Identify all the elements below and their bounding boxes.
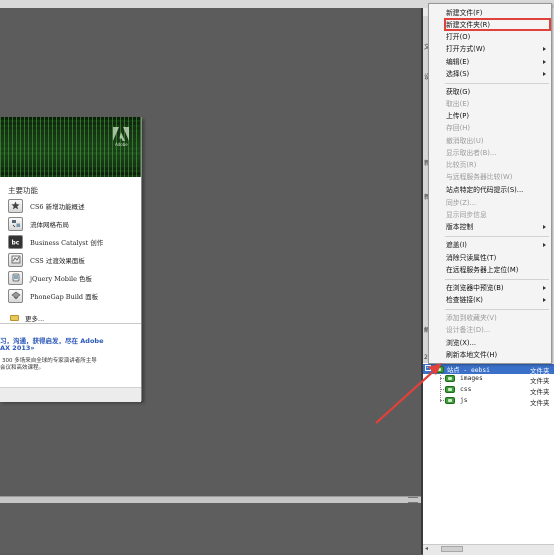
welcome-screen: Adobe 主要功能 CS6 新增功能概述 流体网格布局 bc Business… <box>0 117 142 402</box>
promo-description-line-2: 会议和高效课程。 <box>0 365 45 371</box>
submenu-arrow-icon <box>543 286 546 290</box>
menu-item-preview-in-browser[interactable]: 在浏览器中预览(B) <box>446 284 504 292</box>
divider <box>0 323 141 324</box>
feature-label: jQuery Mobile 色板 <box>30 274 93 283</box>
fluid-grid-icon <box>8 216 23 231</box>
more-label: 更多... <box>25 315 45 323</box>
menu-item-locate-on-remote[interactable]: 在远程服务器上定位(M) <box>446 266 518 274</box>
menu-separator <box>445 236 549 237</box>
menu-item-show-checked-out-by: 显示取出者(B)... <box>446 149 497 157</box>
css-transitions-icon <box>8 252 23 267</box>
menu-separator <box>445 309 549 310</box>
menu-item-put[interactable]: 上传(P) <box>446 112 469 120</box>
menu-item-site-code-hints[interactable]: 站点特定的代码提示(S)... <box>446 186 523 194</box>
submenu-arrow-icon <box>543 243 546 247</box>
menu-item-select[interactable]: 选择(S) <box>446 70 469 78</box>
main-features-heading: 主要功能 <box>8 186 38 195</box>
menu-item-explore[interactable]: 浏览(X)... <box>446 339 476 347</box>
feature-link-phonegap[interactable]: PhoneGap Build 面板 <box>8 288 136 303</box>
jquery-mobile-icon <box>8 270 23 285</box>
feature-label: CS6 新增功能概述 <box>30 202 85 211</box>
svg-text:bc: bc <box>11 239 19 246</box>
scroll-thumb[interactable] <box>441 546 463 552</box>
menu-item-check-links[interactable]: 检查链接(K) <box>446 296 483 304</box>
menu-item-open-with[interactable]: 打开方式(W) <box>446 45 485 53</box>
tree-item-images[interactable]: images <box>460 375 483 382</box>
tree-item-type: 文件夹 <box>530 399 550 407</box>
menu-item-check-out: 取出(E) <box>446 100 470 108</box>
menu-item-add-to-favorites: 添加到收藏夹(V) <box>446 314 497 322</box>
star-icon <box>8 198 23 213</box>
feature-label: 流体网格布局 <box>30 220 69 229</box>
highlight-annotation-box <box>444 18 551 31</box>
more-features-link[interactable]: 更多... <box>10 313 44 323</box>
menu-item-cloaking[interactable]: 遮盖(I) <box>446 241 467 249</box>
menu-item-get[interactable]: 获取(G) <box>446 88 470 96</box>
menu-separator <box>445 279 549 280</box>
submenu-arrow-icon <box>543 225 546 229</box>
menu-item-version-control[interactable]: 版本控制 <box>446 223 473 231</box>
feature-link-business-catalyst[interactable]: bc Business Catalyst 创作 <box>8 234 136 249</box>
properties-panel <box>0 503 421 554</box>
feature-link-css-transitions[interactable]: CSS 过渡效果面板 <box>8 252 136 267</box>
business-catalyst-icon: bc <box>8 234 23 249</box>
submenu-arrow-icon <box>543 298 546 302</box>
submenu-arrow-icon <box>543 72 546 76</box>
feature-link-jquery-mobile[interactable]: jQuery Mobile 色板 <box>8 270 136 285</box>
menu-separator <box>445 83 549 84</box>
feature-label: CSS 过渡效果面板 <box>30 256 85 265</box>
tree-item-js[interactable]: js <box>460 397 468 404</box>
menu-item-check-in: 存回(H) <box>446 124 471 132</box>
scroll-left-arrow-icon[interactable]: ◂ <box>425 545 428 552</box>
site-type: 文件夹 <box>530 367 550 375</box>
menu-item-new-file[interactable]: 新建文件(F) <box>446 9 482 17</box>
menu-item-undo-check-out: 撤消取出(U) <box>446 137 484 145</box>
promo-link-line-2[interactable]: AX 2013» <box>0 344 35 352</box>
folder-icon <box>10 315 19 321</box>
feature-link-fluid-grid[interactable]: 流体网格布局 <box>8 216 136 231</box>
site-name: 站点 - eebsi <box>447 367 490 374</box>
red-arrow-annotation-icon <box>375 363 442 424</box>
menu-item-synchronize: 同步(Z)... <box>446 199 477 207</box>
svg-text:Adobe: Adobe <box>115 142 128 147</box>
menu-item-show-sync-info: 显示同步信息 <box>446 211 487 219</box>
adobe-logo-icon: Adobe <box>113 127 129 147</box>
welcome-banner: Adobe <box>0 117 141 177</box>
submenu-arrow-icon <box>543 47 546 51</box>
menu-item-edit[interactable]: 编辑(E) <box>446 58 469 66</box>
feature-link-cs6-new[interactable]: CS6 新增功能概述 <box>8 198 136 213</box>
tree-item-type: 文件夹 <box>530 377 550 385</box>
menu-item-refresh-local[interactable]: 刷新本地文件(H) <box>446 351 497 359</box>
menu-item-compare: 比较页(R) <box>446 161 477 169</box>
welcome-footer <box>0 387 141 402</box>
feature-label: Business Catalyst 创作 <box>30 238 104 247</box>
menu-item-design-notes: 设计备注(D)... <box>446 326 491 334</box>
submenu-arrow-icon <box>543 60 546 64</box>
feature-label: PhoneGap Build 面板 <box>30 292 99 301</box>
tree-item-css[interactable]: css <box>460 386 471 393</box>
menu-item-compare-remote: 与远程服务器比较(W) <box>446 173 513 181</box>
menu-item-open[interactable]: 打开(O) <box>446 33 470 41</box>
menu-item-remove-read-only[interactable]: 消除只读属性(T) <box>446 254 496 262</box>
tree-item-type: 文件夹 <box>530 388 550 396</box>
phonegap-icon <box>8 288 23 303</box>
